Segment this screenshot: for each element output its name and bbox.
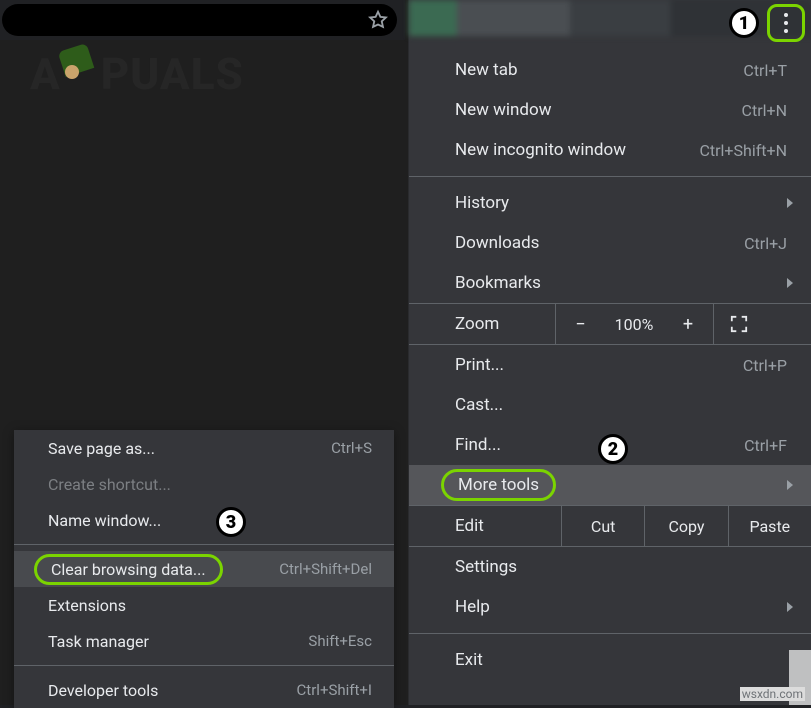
highlight-callout: Clear browsing data... <box>34 554 223 585</box>
more-tools-submenu: Save page as... Ctrl+S Create shortcut..… <box>14 430 394 708</box>
logo-letters-rest: PUALS <box>101 48 244 100</box>
zoom-out-button[interactable]: − <box>555 304 605 344</box>
menu-item-label: Extensions <box>48 596 372 615</box>
menu-item-label: Help <box>455 597 787 617</box>
menu-item-label: Print... <box>455 355 743 375</box>
submenu-item-save-page[interactable]: Save page as... Ctrl+S <box>14 430 394 466</box>
submenu-item-clear-browsing-data[interactable]: Clear browsing data... Ctrl+Shift+Del <box>14 551 394 587</box>
menu-zoom-row: Zoom − 100% + <box>409 303 811 345</box>
logo-face-icon <box>65 65 79 79</box>
menu-item-shortcut: Ctrl+P <box>743 356 787 375</box>
menu-item-label: New tab <box>455 60 743 80</box>
menu-item-label: Cast... <box>455 395 787 415</box>
menu-item-label: Create shortcut... <box>48 475 372 494</box>
submenu-item-name-window[interactable]: Name window... <box>14 502 394 538</box>
menu-item-new-window[interactable]: New window Ctrl+N <box>409 90 811 130</box>
submenu-item-task-manager[interactable]: Task manager Shift+Esc <box>14 623 394 659</box>
fullscreen-button[interactable] <box>713 304 763 344</box>
edit-paste-button[interactable]: Paste <box>728 506 811 546</box>
menu-item-help[interactable]: Help <box>409 587 811 627</box>
menu-edit-row: Edit Cut Copy Paste <box>409 505 811 547</box>
chrome-main-menu: New tab Ctrl+T New window Ctrl+N New inc… <box>408 0 811 705</box>
menu-separator <box>409 176 811 177</box>
logo-letter-a: A <box>30 48 61 100</box>
omnibox-right[interactable] <box>2 4 397 36</box>
fullscreen-icon <box>730 315 748 333</box>
page-logo: A PUALS <box>30 48 244 100</box>
menu-item-label: Clear browsing data... <box>48 560 279 579</box>
edit-label: Edit <box>455 516 561 536</box>
callout-badge-2: 2 <box>598 434 628 464</box>
menu-item-new-incognito[interactable]: New incognito window Ctrl+Shift+N <box>409 130 811 170</box>
menu-item-label: Save page as... <box>48 439 331 458</box>
menu-item-label: Bookmarks <box>455 273 787 293</box>
menu-item-cast[interactable]: Cast... <box>409 385 811 425</box>
edit-copy-button[interactable]: Copy <box>644 506 727 546</box>
menu-item-shortcut: Ctrl+Shift+I <box>297 681 372 699</box>
menu-item-new-tab[interactable]: New tab Ctrl+T <box>409 50 811 90</box>
menu-item-shortcut: Ctrl+N <box>742 101 787 120</box>
kebab-icon <box>784 21 788 25</box>
menu-separator <box>14 544 394 545</box>
menu-separator <box>409 633 811 634</box>
submenu-item-create-shortcut[interactable]: Create shortcut... <box>14 466 394 502</box>
zoom-label: Zoom <box>455 314 555 334</box>
zoom-percent: 100% <box>605 315 663 334</box>
callout-badge-1: 1 <box>729 8 759 38</box>
menu-item-shortcut: Ctrl+J <box>744 234 787 253</box>
menu-item-shortcut: Ctrl+S <box>331 439 372 457</box>
menu-item-shortcut: Ctrl+Shift+Del <box>279 560 372 578</box>
menu-item-shortcut: Ctrl+F <box>744 436 787 455</box>
menu-item-more-tools[interactable]: More tools <box>409 465 811 505</box>
menu-item-print[interactable]: Print... Ctrl+P <box>409 345 811 385</box>
chevron-right-icon <box>787 198 793 208</box>
menu-item-shortcut: Shift+Esc <box>308 632 372 650</box>
menu-item-label: More tools <box>455 475 787 495</box>
zoom-in-button[interactable]: + <box>663 314 713 335</box>
menu-item-label: Downloads <box>455 233 744 253</box>
menu-item-label: Developer tools <box>48 681 297 700</box>
menu-item-shortcut: Ctrl+T <box>743 61 787 80</box>
menu-item-label: Exit <box>455 650 787 670</box>
menu-item-label: History <box>455 193 787 213</box>
chevron-right-icon <box>787 278 793 288</box>
menu-item-bookmarks[interactable]: Bookmarks <box>409 263 811 303</box>
kebab-icon <box>784 13 788 17</box>
highlight-callout: More tools <box>441 469 556 501</box>
callout-badge-3: 3 <box>216 507 246 537</box>
menu-item-shortcut: Ctrl+Shift+N <box>699 141 787 160</box>
more-options-button[interactable] <box>767 4 805 42</box>
menu-item-label: New incognito window <box>455 140 699 160</box>
kebab-icon <box>784 29 788 33</box>
menu-item-label: Settings <box>455 557 787 577</box>
edit-cut-button[interactable]: Cut <box>561 506 644 546</box>
submenu-item-extensions[interactable]: Extensions <box>14 587 394 623</box>
menu-separator <box>14 665 394 666</box>
menu-item-history[interactable]: History <box>409 183 811 223</box>
submenu-item-developer-tools[interactable]: Developer tools Ctrl+Shift+I <box>14 672 394 708</box>
bookmark-star-icon[interactable] <box>367 9 389 31</box>
chevron-right-icon <box>787 480 793 490</box>
address-bar-area <box>0 0 405 40</box>
watermark-text: wsxdn.com <box>740 687 805 701</box>
menu-item-label: Name window... <box>48 511 372 530</box>
menu-item-settings[interactable]: Settings <box>409 547 811 587</box>
menu-item-downloads[interactable]: Downloads Ctrl+J <box>409 223 811 263</box>
menu-item-label: Task manager <box>48 632 308 651</box>
chevron-right-icon <box>787 602 793 612</box>
menu-item-exit[interactable]: Exit <box>409 640 811 680</box>
menu-item-label: New window <box>455 100 742 120</box>
